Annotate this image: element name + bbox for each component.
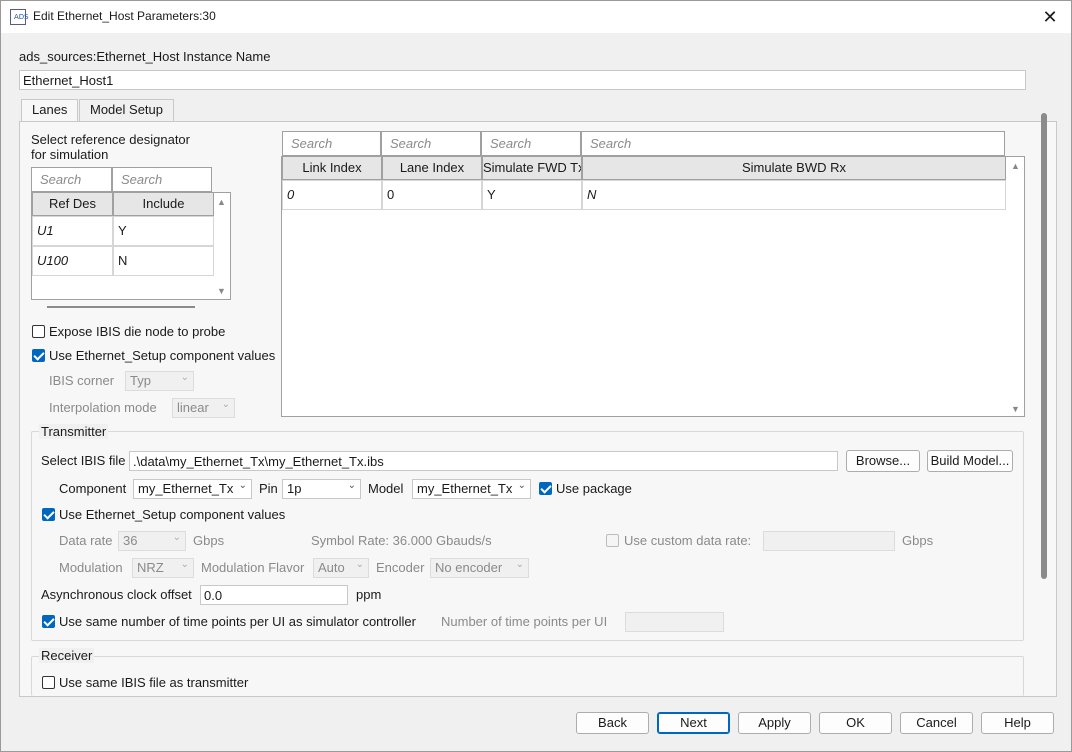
tx-component-label: Component	[59, 481, 127, 496]
refdes-cell-ref[interactable]: U1	[32, 216, 113, 246]
points-per-ui-input[interactable]	[625, 612, 724, 632]
tx-model-select[interactable]: my_Ethernet_Tx ⌄	[412, 479, 531, 499]
chevron-down-icon: ⌄	[515, 559, 524, 570]
ibis-corner-label: IBIS corner	[49, 373, 115, 388]
refdes-hscrollbar[interactable]	[47, 306, 195, 308]
lanes-cell-fwd[interactable]: Y	[482, 180, 582, 210]
symbol-rate-text: Symbol Rate: 36.000 Gbauds/s	[311, 533, 492, 548]
expose-ibis-checkbox[interactable]	[32, 325, 45, 338]
help-button[interactable]: Help	[981, 712, 1054, 734]
flavor-label: Modulation Flavor	[201, 560, 305, 575]
chevron-down-icon: ⌄	[180, 559, 189, 570]
encoder-select[interactable]: No encoder ⌄	[430, 558, 529, 578]
modulation-select[interactable]: NRZ ⌄	[132, 558, 194, 578]
same-points-checkbox[interactable]	[42, 615, 55, 628]
refdes-cell-include[interactable]: Y	[113, 216, 214, 246]
tx-ibis-file-input[interactable]: .\data\my_Ethernet_Tx\my_Ethernet_Tx.ibs	[129, 451, 838, 471]
ok-button[interactable]: OK	[819, 712, 892, 734]
lanes-header-bwd[interactable]: Simulate BWD Rx	[582, 156, 1006, 180]
tx-pin-select[interactable]: 1p ⌄	[282, 479, 361, 499]
refdes-scroll-down-icon[interactable]: ▼	[217, 286, 226, 296]
lanes-header-link[interactable]: Link Index	[282, 156, 382, 180]
instance-name-label: ads_sources:Ethernet_Host Instance Name	[19, 49, 271, 64]
refdes-label-line1: Select reference designator	[31, 132, 190, 147]
tx-pin-label: Pin	[259, 481, 278, 496]
interp-mode-label: Interpolation mode	[49, 400, 157, 415]
instance-name-input[interactable]: Ethernet_Host1	[19, 70, 1026, 90]
points-per-ui-label: Number of time points per UI	[441, 614, 608, 629]
lanes-search-fwd[interactable]: Search	[481, 131, 581, 156]
transmitter-title: Transmitter	[39, 424, 109, 439]
custom-rate-checkbox[interactable]	[606, 534, 619, 547]
title-bar: ADS Edit Ethernet_Host Parameters:30 ✕	[1, 1, 1071, 33]
chevron-down-icon: ⌄	[355, 559, 364, 570]
refdes-search-refdes[interactable]: Search	[31, 167, 112, 192]
async-offset-input[interactable]: 0.0	[200, 585, 348, 605]
use-package-checkbox[interactable]	[539, 482, 552, 495]
use-setup-label: Use Ethernet_Setup component values	[49, 348, 276, 363]
data-rate-label: Data rate	[59, 533, 113, 548]
data-rate-unit: Gbps	[193, 533, 225, 548]
lanes-search-link[interactable]: Search	[282, 131, 381, 156]
use-package-label: Use package	[556, 481, 632, 496]
refdes-scroll-up-icon[interactable]: ▲	[217, 197, 226, 207]
tx-use-setup-checkbox[interactable]	[42, 508, 55, 521]
modulation-label: Modulation	[59, 560, 123, 575]
receiver-title: Receiver	[39, 648, 95, 663]
chevron-down-icon: ⌄	[172, 532, 181, 543]
lanes-cell-link[interactable]: 0	[282, 180, 382, 210]
refdes-cell-ref[interactable]: U100	[32, 246, 113, 276]
cancel-button[interactable]: Cancel	[900, 712, 973, 734]
use-setup-checkbox[interactable]	[32, 349, 45, 362]
rx-same-ibis-checkbox[interactable]	[42, 676, 55, 689]
refdes-cell-include[interactable]: N	[113, 246, 214, 276]
back-button[interactable]: Back	[576, 712, 649, 734]
same-points-label: Use same number of time points per UI as…	[59, 614, 416, 629]
lanes-scroll-down-icon[interactable]: ▼	[1011, 404, 1020, 414]
chevron-down-icon: ⌄	[180, 372, 189, 383]
chevron-down-icon: ⌄	[221, 399, 230, 410]
interp-mode-select[interactable]: linear ⌄	[172, 398, 235, 418]
window-title: Edit Ethernet_Host Parameters:30	[33, 9, 216, 23]
async-offset-label: Asynchronous clock offset	[41, 587, 192, 602]
tx-ibis-label: Select IBIS file	[41, 453, 126, 468]
next-button[interactable]: Next	[657, 712, 730, 734]
tx-use-setup-label: Use Ethernet_Setup component values	[59, 507, 286, 522]
rx-same-ibis-label: Use same IBIS file as transmitter	[59, 675, 249, 690]
lanes-scroll-up-icon[interactable]: ▲	[1011, 161, 1020, 171]
refdes-header-refdes[interactable]: Ref Des	[32, 192, 113, 216]
lanes-search-lane[interactable]: Search	[381, 131, 481, 156]
flavor-select[interactable]: Auto ⌄	[313, 558, 369, 578]
lanes-cell-bwd[interactable]: N	[582, 180, 1006, 210]
custom-rate-label: Use custom data rate:	[624, 533, 752, 548]
ibis-corner-select[interactable]: Typ ⌄	[125, 371, 194, 391]
build-model-button[interactable]: Build Model...	[927, 450, 1013, 472]
tab-model-setup[interactable]: Model Setup	[79, 99, 174, 121]
refdes-search-include[interactable]: Search	[112, 167, 212, 192]
lanes-header-fwd[interactable]: Simulate FWD Tx	[482, 156, 582, 180]
async-offset-unit: ppm	[356, 587, 382, 602]
refdes-header-include[interactable]: Include	[113, 192, 214, 216]
tab-lanes[interactable]: Lanes	[21, 99, 79, 123]
chevron-down-icon: ⌄	[238, 480, 247, 491]
tx-model-label: Model	[368, 481, 404, 496]
apply-button[interactable]: Apply	[738, 712, 811, 734]
chevron-down-icon: ⌄	[517, 480, 526, 491]
close-icon[interactable]: ✕	[1039, 6, 1061, 28]
browse-button[interactable]: Browse...	[846, 450, 920, 472]
custom-rate-unit: Gbps	[902, 533, 934, 548]
panel-scrollbar[interactable]	[1041, 113, 1047, 579]
encoder-label: Encoder	[376, 560, 425, 575]
lanes-cell-lane[interactable]: 0	[382, 180, 482, 210]
lanes-search-bwd[interactable]: Search	[581, 131, 1005, 156]
dialog-window: ADS Edit Ethernet_Host Parameters:30 ✕ a…	[0, 0, 1072, 752]
chevron-down-icon: ⌄	[347, 480, 356, 491]
expose-ibis-label: Expose IBIS die node to probe	[49, 324, 226, 339]
app-icon: ADS	[10, 9, 29, 25]
data-rate-select[interactable]: 36 ⌄	[118, 531, 186, 551]
tx-component-select[interactable]: my_Ethernet_Tx ⌄	[133, 479, 252, 499]
lanes-header-lane[interactable]: Lane Index	[382, 156, 482, 180]
refdes-label-line2: for simulation	[31, 147, 109, 162]
custom-rate-input[interactable]	[763, 531, 895, 551]
